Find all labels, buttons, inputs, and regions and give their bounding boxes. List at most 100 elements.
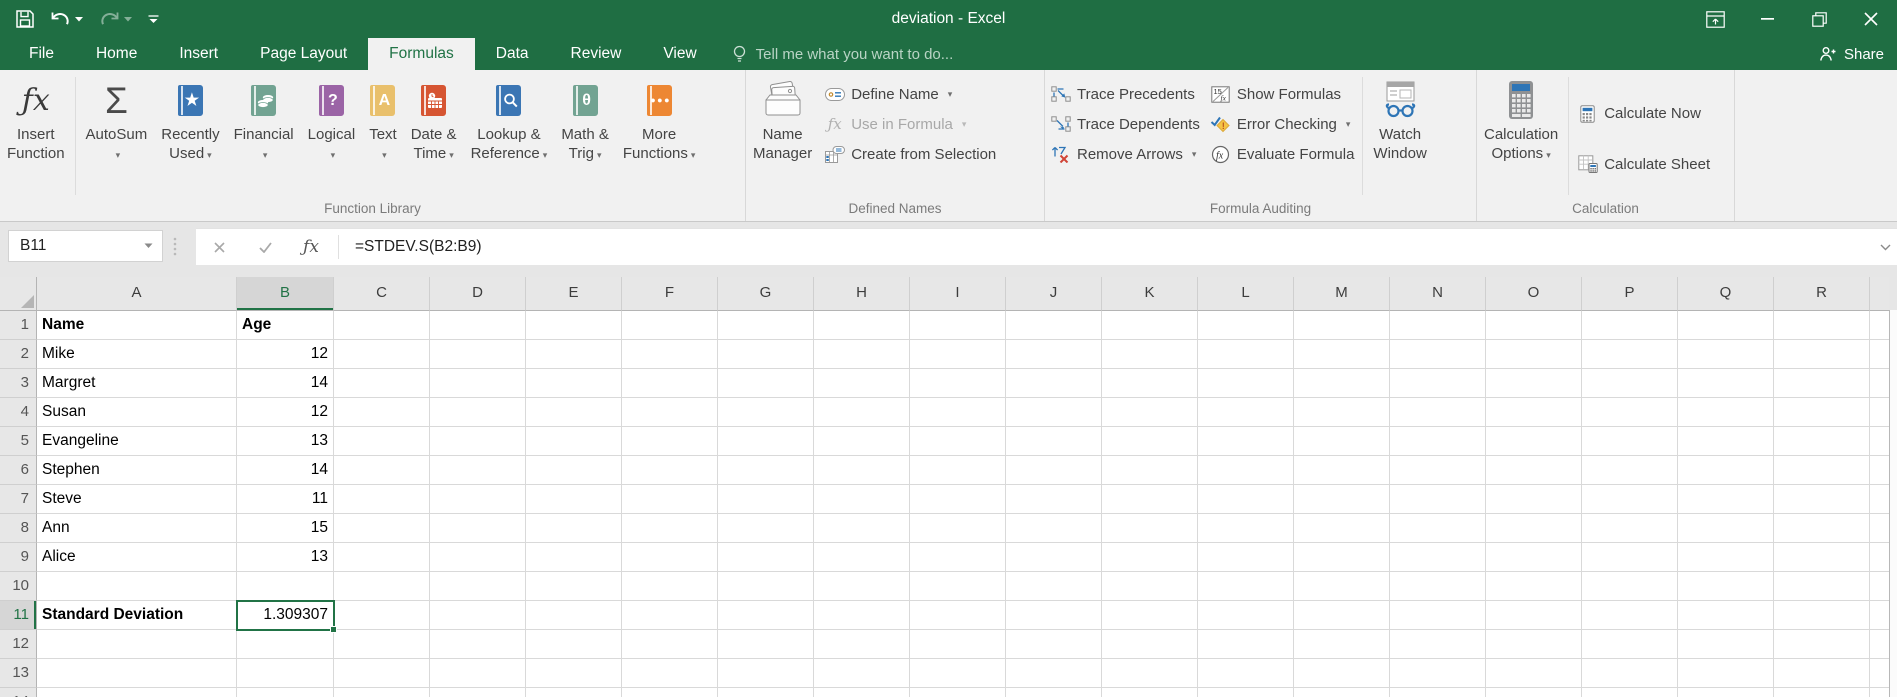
cell-j7[interactable] [1006,485,1102,514]
cell-g2[interactable] [718,340,814,369]
cell-p13[interactable] [1582,659,1678,688]
cell-b6[interactable]: 14 [237,456,334,485]
column-header-m[interactable]: M [1294,277,1390,311]
cell-j1[interactable] [1006,311,1102,340]
cell-m1[interactable] [1294,311,1390,340]
trace-precedents-button[interactable]: Trace Precedents [1050,82,1195,106]
calculate-sheet-button[interactable]: Calculate Sheet [1577,152,1710,176]
cell-d14[interactable] [430,688,526,697]
row-header-8[interactable]: 8 [0,514,37,543]
cell-o10[interactable] [1486,572,1582,601]
cell-p11[interactable] [1582,601,1678,630]
cell-p6[interactable] [1582,456,1678,485]
row-header-5[interactable]: 5 [0,427,37,456]
trace-dependents-button[interactable]: Trace Dependents [1050,112,1200,136]
cell-d9[interactable] [430,543,526,572]
cell-o3[interactable] [1486,369,1582,398]
cell-b2[interactable]: 12 [237,340,334,369]
cell-partial-13[interactable] [1870,659,1889,688]
cell-m12[interactable] [1294,630,1390,659]
cell-l8[interactable] [1198,514,1294,543]
cell-m4[interactable] [1294,398,1390,427]
save-button[interactable] [16,10,34,28]
row-header-4[interactable]: 4 [0,398,37,427]
define-name-button[interactable]: Define Name ▾ [824,82,952,106]
more-functions-button[interactable]: ●●● More Functions ▾ [616,75,703,167]
column-header-a[interactable]: A [37,277,237,311]
row-header-9[interactable]: 9 [0,543,37,572]
cell-p10[interactable] [1582,572,1678,601]
cell-l10[interactable] [1198,572,1294,601]
math-trig-button[interactable]: θ Math & Trig ▾ [554,75,616,167]
cell-b4[interactable]: 12 [237,398,334,427]
cell-e10[interactable] [526,572,622,601]
cell-h9[interactable] [814,543,910,572]
cell-m9[interactable] [1294,543,1390,572]
cell-h6[interactable] [814,456,910,485]
cell-b8[interactable]: 15 [237,514,334,543]
cell-n6[interactable] [1390,456,1486,485]
cell-g7[interactable] [718,485,814,514]
cell-e8[interactable] [526,514,622,543]
cell-c13[interactable] [334,659,430,688]
minimize-button[interactable] [1741,0,1793,38]
cell-c4[interactable] [334,398,430,427]
cell-d1[interactable] [430,311,526,340]
share-button[interactable]: Share [1819,38,1884,70]
cell-k11[interactable] [1102,601,1198,630]
cell-m10[interactable] [1294,572,1390,601]
cell-l6[interactable] [1198,456,1294,485]
cell-b12[interactable] [237,630,334,659]
cell-q7[interactable] [1678,485,1774,514]
cell-partial-7[interactable] [1870,485,1889,514]
column-header-e[interactable]: E [526,277,622,311]
cell-r2[interactable] [1774,340,1870,369]
cell-g1[interactable] [718,311,814,340]
tab-file[interactable]: File [8,38,75,70]
cell-m7[interactable] [1294,485,1390,514]
cell-e9[interactable] [526,543,622,572]
cell-r14[interactable] [1774,688,1870,697]
cancel-icon[interactable] [196,229,242,265]
cell-c10[interactable] [334,572,430,601]
calculate-now-button[interactable]: Calculate Now [1577,102,1701,126]
cell-d8[interactable] [430,514,526,543]
cell-i4[interactable] [910,398,1006,427]
cell-f7[interactable] [622,485,718,514]
cell-k13[interactable] [1102,659,1198,688]
cell-g14[interactable] [718,688,814,697]
cell-o6[interactable] [1486,456,1582,485]
cell-r1[interactable] [1774,311,1870,340]
cell-partial-10[interactable] [1870,572,1889,601]
tab-review[interactable]: Review [550,38,643,70]
cell-e5[interactable] [526,427,622,456]
cell-l4[interactable] [1198,398,1294,427]
cell-g13[interactable] [718,659,814,688]
cell-j13[interactable] [1006,659,1102,688]
cell-f11[interactable] [622,601,718,630]
cell-j11[interactable] [1006,601,1102,630]
cell-b13[interactable] [237,659,334,688]
cell-q2[interactable] [1678,340,1774,369]
cell-o11[interactable] [1486,601,1582,630]
cell-n13[interactable] [1390,659,1486,688]
remove-arrows-button[interactable]: Remove Arrows ▾ [1050,142,1196,166]
cell-m6[interactable] [1294,456,1390,485]
cell-g3[interactable] [718,369,814,398]
cell-a12[interactable] [37,630,237,659]
cell-q12[interactable] [1678,630,1774,659]
name-box-dropdown-icon[interactable] [144,243,162,249]
cell-f14[interactable] [622,688,718,697]
cell-f3[interactable] [622,369,718,398]
cell-d2[interactable] [430,340,526,369]
cell-j9[interactable] [1006,543,1102,572]
cell-n2[interactable] [1390,340,1486,369]
cell-c11[interactable] [334,601,430,630]
column-header-j[interactable]: J [1006,277,1102,311]
cell-c12[interactable] [334,630,430,659]
cell-q11[interactable] [1678,601,1774,630]
cell-o8[interactable] [1486,514,1582,543]
cell-l14[interactable] [1198,688,1294,697]
column-header-h[interactable]: H [814,277,910,311]
cell-j6[interactable] [1006,456,1102,485]
